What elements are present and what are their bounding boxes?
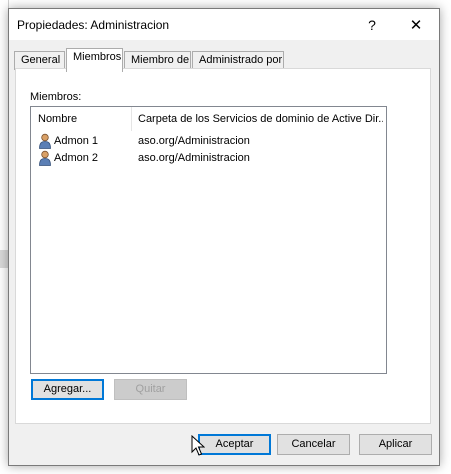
members-panel: Miembros: Nombre Carpeta de los Servicio… bbox=[15, 68, 431, 424]
member-name: Admon 2 bbox=[54, 152, 99, 164]
remove-button[interactable]: Quitar bbox=[114, 379, 187, 400]
add-button[interactable]: Agregar... bbox=[31, 379, 104, 400]
members-label: Miembros: bbox=[30, 91, 82, 103]
list-header: Nombre Carpeta de los Servicios de domin… bbox=[31, 107, 386, 131]
properties-dialog: Propiedades: Administracion ? ✕ General … bbox=[8, 8, 440, 466]
apply-button[interactable]: Aplicar bbox=[359, 434, 432, 455]
user-icon bbox=[39, 150, 51, 166]
list-item[interactable]: Admon 1 aso.org/Administracion bbox=[37, 133, 377, 150]
member-folder: aso.org/Administracion bbox=[138, 152, 250, 164]
tab-members[interactable]: Miembros bbox=[66, 48, 123, 72]
accept-button[interactable]: Aceptar bbox=[198, 434, 271, 455]
column-header-folder[interactable]: Carpeta de los Servicios de dominio de A… bbox=[131, 107, 383, 131]
member-name: Admon 1 bbox=[54, 135, 99, 147]
close-button[interactable]: ✕ bbox=[401, 13, 431, 37]
member-folder: aso.org/Administracion bbox=[138, 135, 250, 147]
cancel-button[interactable]: Cancelar bbox=[277, 434, 350, 455]
column-header-name[interactable]: Nombre bbox=[32, 107, 130, 131]
mouse-pointer-icon bbox=[191, 435, 205, 456]
title-bar: Propiedades: Administracion ? ✕ bbox=[9, 9, 439, 40]
help-button[interactable]: ? bbox=[357, 13, 387, 37]
list-item[interactable]: Admon 2 aso.org/Administracion bbox=[37, 150, 377, 167]
user-icon bbox=[39, 133, 51, 149]
members-list[interactable]: Nombre Carpeta de los Servicios de domin… bbox=[30, 106, 387, 374]
dialog-title: Propiedades: Administracion bbox=[17, 18, 170, 32]
